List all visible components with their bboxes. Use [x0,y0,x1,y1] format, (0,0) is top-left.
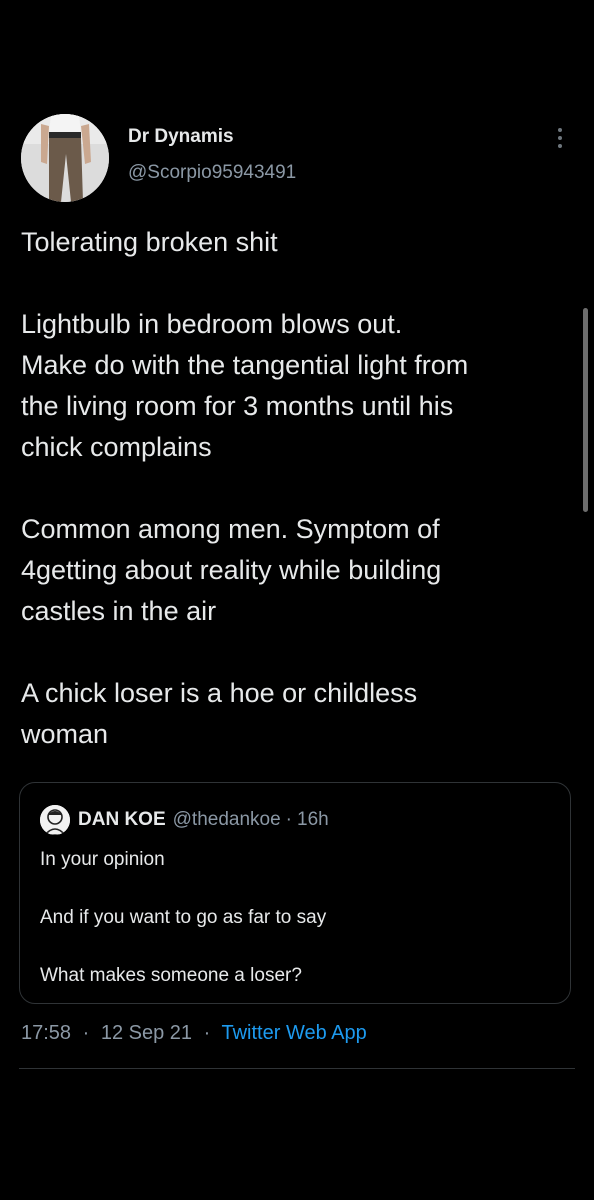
quoted-author-name: DAN KOE [78,809,166,830]
author-display-name[interactable]: Dr Dynamis [128,126,234,148]
meta-separator: · [203,1022,211,1044]
scrollbar[interactable] [583,308,588,512]
tweet-line: Common among men. Symptom of [21,514,440,544]
more-dot [558,128,562,132]
more-dot [558,144,562,148]
tweet-line: castles in the air [21,596,217,626]
tweet-text: Tolerating broken shit Lightbulb in bedr… [21,222,577,755]
tweet-line: Make do with the tangential light from [21,350,469,380]
author-avatar[interactable] [21,114,109,202]
divider [19,1068,575,1069]
tweet-line: Tolerating broken shit [21,227,278,257]
tweet-metadata: 17:58 · 12 Sep 21 · Twitter Web App [21,1022,367,1045]
profile-photo [40,805,70,835]
quoted-separator: · [285,809,292,830]
tweet-line: the living room for 3 months until his [21,391,454,421]
meta-separator: · [82,1022,90,1044]
more-dot [558,136,562,140]
tweet-source-link[interactable]: Twitter Web App [222,1022,367,1044]
tweet-line: 4getting about reality while building [21,555,442,585]
quoted-paragraph: What makes someone a loser? [40,965,302,986]
quoted-paragraph: And if you want to go as far to say [40,907,327,928]
tweet-line: A chick loser is a hoe or childless [21,678,418,708]
quoted-tweet-card[interactable]: DAN KOE @thedankoe · 16h In your opinion… [19,782,571,1004]
author-handle[interactable]: @Scorpio95943491 [128,162,296,184]
quoted-author-avatar [40,805,70,835]
tweet-paragraph: Lightbulb in bedroom blows out. Make do … [21,304,577,468]
more-vertical-icon[interactable] [548,122,572,154]
tweet-time[interactable]: 17:58 [21,1022,71,1044]
tweet-paragraph: Tolerating broken shit [21,222,577,263]
quoted-author-handle: @thedankoe [172,809,281,830]
quoted-timestamp: 16h [297,809,329,830]
quoted-tweet-header: DAN KOE @thedankoe · 16h [40,805,329,835]
tweet-paragraph: Common among men. Symptom of 4getting ab… [21,509,577,632]
quoted-tweet-text: In your opinion And if you want to go as… [40,845,550,990]
tweet-line: chick complains [21,432,212,462]
tweet-line: Lightbulb in bedroom blows out. [21,309,403,339]
profile-photo [21,114,109,202]
tweet-date[interactable]: 12 Sep 21 [101,1022,192,1044]
tweet-line: woman [21,719,109,749]
quoted-paragraph: In your opinion [40,849,165,870]
tweet-paragraph: A chick loser is a hoe or childless woma… [21,673,577,755]
